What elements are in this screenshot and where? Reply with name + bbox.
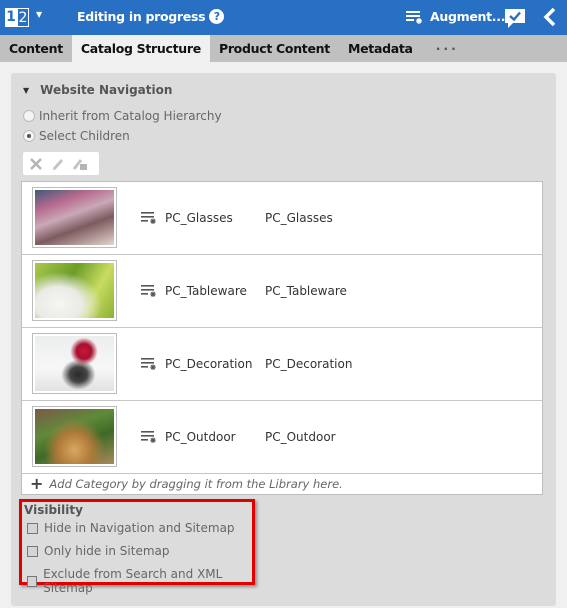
category-icon (141, 285, 156, 297)
checkbox-exclude-search-xml[interactable]: Exclude from Search and XML Sitemap (27, 567, 252, 595)
children-toolbar (23, 152, 99, 175)
augment-icon (406, 10, 422, 24)
checkbox[interactable] (27, 545, 38, 557)
list-item[interactable]: PC_Glasses PC_Glasses (22, 182, 542, 255)
edit-with-badge-icon[interactable] (72, 156, 88, 172)
radio-button[interactable] (23, 110, 35, 122)
website-navigation-panel: ▼ Website Navigation Inherit from Catalo… (11, 73, 556, 606)
category-name: PC_Tableware (165, 284, 247, 298)
dining-room-flowers-photo (32, 333, 117, 394)
category-id: PC_Decoration (265, 357, 353, 371)
augment-label: Augment... (430, 9, 506, 24)
white-tableware-photo (32, 260, 117, 321)
children-list: PC_Glasses PC_Glasses PC_Tableware PC_Ta… (21, 181, 543, 495)
category-name: PC_Outdoor (165, 430, 236, 444)
logo-right: 2 (17, 8, 29, 27)
radio-inherit[interactable]: Inherit from Catalog Hierarchy (23, 109, 222, 123)
add-category-dropzone[interactable]: + Add Category by dragging it from the L… (22, 474, 542, 494)
editing-status: Editing in progress ? (77, 9, 225, 24)
add-category-hint: Add Category by dragging it from the Lib… (49, 477, 343, 491)
logo-left: 1 (5, 8, 17, 27)
list-item[interactable]: PC_Decoration PC_Decoration (22, 328, 542, 401)
plus-icon: + (30, 474, 44, 493)
radio-label: Inherit from Catalog Hierarchy (39, 109, 222, 123)
tab-content[interactable]: Content (0, 35, 72, 62)
checkbox-only-hide-sitemap[interactable]: Only hide in Sitemap (27, 544, 170, 558)
augment-button[interactable]: Augment... (406, 9, 505, 24)
checkbox-hide-nav-sitemap[interactable]: Hide in Navigation and Sitemap (27, 521, 235, 535)
status-label: Editing in progress (77, 9, 206, 24)
checkbox[interactable] (27, 575, 38, 587)
top-bar: 1 2 ▼ Editing in progress ? Augment... (0, 0, 567, 35)
checkbox[interactable] (27, 522, 38, 534)
section-title: Website Navigation (40, 83, 173, 97)
category-icon (141, 358, 156, 370)
tab-more-button[interactable]: ··· (422, 35, 468, 62)
category-id: PC_Outdoor (265, 430, 336, 444)
list-item[interactable]: PC_Tableware PC_Tableware (22, 255, 542, 328)
app-logo[interactable]: 1 2 (5, 8, 29, 27)
category-name: PC_Decoration (165, 357, 253, 371)
chat-check-icon[interactable] (504, 7, 526, 29)
tab-metadata[interactable]: Metadata (339, 35, 422, 62)
logo-dropdown-caret-icon[interactable]: ▼ (36, 10, 42, 19)
section-header[interactable]: ▼ Website Navigation (23, 83, 172, 97)
category-id: PC_Glasses (265, 211, 333, 225)
visibility-section: Visibility Hide in Navigation and Sitema… (19, 499, 255, 595)
checkbox-label: Exclude from Search and XML Sitemap (43, 567, 223, 595)
tab-product-content[interactable]: Product Content (210, 35, 339, 62)
list-item[interactable]: PC_Outdoor PC_Outdoor (22, 401, 542, 474)
category-id: PC_Tableware (265, 284, 347, 298)
glasses-table-photo (32, 187, 117, 248)
radio-select-children[interactable]: Select Children (23, 129, 130, 143)
visibility-title: Visibility (24, 503, 83, 517)
tab-bar: Content Catalog Structure Product Conten… (0, 35, 567, 62)
picnic-basket-photo (32, 406, 117, 467)
collapse-caret-icon[interactable]: ▼ (23, 86, 29, 95)
help-icon[interactable]: ? (209, 9, 225, 24)
radio-label: Select Children (39, 129, 130, 143)
tab-catalog-structure[interactable]: Catalog Structure (71, 35, 210, 62)
edit-icon[interactable] (50, 156, 66, 172)
back-chevron-icon[interactable] (541, 7, 559, 27)
checkbox-label: Only hide in Sitemap (44, 544, 170, 558)
checkbox-label: Hide in Navigation and Sitemap (44, 521, 235, 535)
category-icon (141, 431, 156, 443)
radio-button[interactable] (23, 130, 35, 142)
category-name: PC_Glasses (165, 211, 233, 225)
remove-icon[interactable] (28, 156, 44, 172)
category-icon (141, 212, 156, 224)
